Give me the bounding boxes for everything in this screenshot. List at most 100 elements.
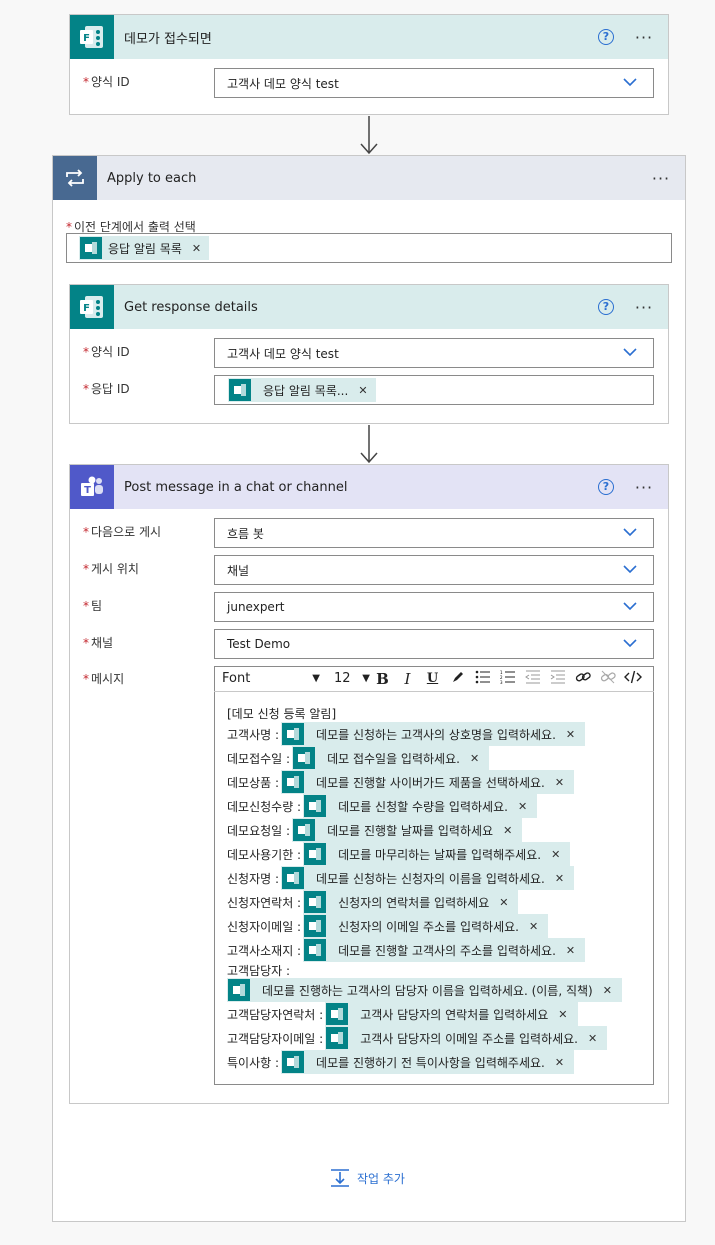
chevron-down-icon xyxy=(623,348,637,357)
bold-button[interactable]: B xyxy=(370,670,395,688)
forms-icon xyxy=(282,1051,305,1073)
close-icon[interactable]: ✕ xyxy=(555,776,564,789)
channel-label: * 채널 xyxy=(83,636,114,650)
svg-text:T: T xyxy=(84,485,91,496)
forms-icon xyxy=(80,237,102,259)
post-message-header[interactable]: T Post message in a chat or channel ? ··… xyxy=(70,465,668,509)
help-icon[interactable]: ? xyxy=(598,29,614,45)
italic-button[interactable]: I xyxy=(395,670,420,688)
dynamic-content-token[interactable]: 데모를 진행할 사이버가드 제품을 선택하세요. ✕ xyxy=(281,770,575,794)
close-icon[interactable]: ✕ xyxy=(555,1056,564,1069)
numbered-list-icon[interactable]: 123 xyxy=(495,670,520,688)
decrease-indent-icon[interactable] xyxy=(520,670,545,688)
dynamic-content-token[interactable]: 데모를 마무리하는 날짜를 입력해주세요. ✕ xyxy=(303,842,571,866)
chevron-down-icon xyxy=(623,602,637,611)
token-text: 데모 접수일을 입력하세요. xyxy=(327,751,460,766)
message-line: 고객담당자이메일 : 고객사 담당자의 이메일 주소를 입력하세요. ✕ xyxy=(227,1026,608,1050)
message-line: 데모접수일 : 데모 접수일을 입력하세요. ✕ xyxy=(227,746,490,770)
post-as-select[interactable]: 흐름 봇 xyxy=(214,518,654,548)
token-text: 데모를 진행하는 고객사의 담당자 이름을 입력하세요. (이름, 직책) xyxy=(262,983,593,998)
font-size-select[interactable]: 12 ▼ xyxy=(334,671,370,686)
close-icon[interactable]: ✕ xyxy=(551,848,560,861)
token-text: 신청자의 이메일 주소를 입력하세요. xyxy=(338,919,519,934)
dynamic-content-token[interactable]: 데모를 신청할 수량을 입력하세요. ✕ xyxy=(303,794,538,818)
forms-icon xyxy=(326,1003,349,1025)
close-icon[interactable]: ✕ xyxy=(558,1008,567,1021)
channel-select[interactable]: Test Demo xyxy=(214,629,654,659)
forms-icon xyxy=(304,915,327,937)
help-icon[interactable]: ? xyxy=(598,479,614,495)
token-text: 데모를 진행할 사이버가드 제품을 선택하세요. xyxy=(316,775,545,790)
caret-down-icon: ▼ xyxy=(312,673,320,684)
close-icon[interactable]: ✕ xyxy=(358,384,367,397)
close-icon[interactable]: ✕ xyxy=(529,920,538,933)
font-family-select[interactable]: Font ▼ xyxy=(222,671,320,686)
loop-header[interactable]: Apply to each ··· xyxy=(53,156,685,200)
message-line-label: 데모신청수량 : xyxy=(227,799,302,814)
token-response-list[interactable]: 응답 알림 목록 ✕ xyxy=(79,236,210,260)
close-icon[interactable]: ✕ xyxy=(555,872,564,885)
dynamic-content-token[interactable]: 데모 접수일을 입력하세요. ✕ xyxy=(292,746,490,770)
close-icon[interactable]: ✕ xyxy=(503,824,512,837)
message-line-label: 데모상품 : xyxy=(227,775,280,790)
dynamic-content-token[interactable]: 데모를 신청하는 신청자의 이름을 입력하세요. ✕ xyxy=(281,866,575,890)
link-icon[interactable] xyxy=(570,670,595,688)
forms-icon xyxy=(304,939,327,961)
dynamic-content-token[interactable]: 고객사 담당자의 이메일 주소를 입력하세요. ✕ xyxy=(325,1026,608,1050)
unlink-icon[interactable] xyxy=(595,670,620,688)
get-response-response-id-input[interactable]: 응답 알림 목록... ✕ xyxy=(214,375,654,405)
message-line-label: 데모사용기한 : xyxy=(227,847,302,862)
close-icon[interactable]: ✕ xyxy=(588,1032,597,1045)
close-icon[interactable]: ✕ xyxy=(470,752,479,765)
token-text: 데모를 진행하기 전 특이사항을 입력해주세요. xyxy=(316,1055,545,1070)
underline-button[interactable]: U xyxy=(420,671,445,686)
add-action-label: 작업 추가 xyxy=(357,1171,405,1186)
dynamic-content-token[interactable]: 데모를 진행할 날짜를 입력하세요 ✕ xyxy=(292,818,523,842)
help-icon[interactable]: ? xyxy=(598,299,614,315)
dynamic-content-token[interactable]: 고객사 담당자의 연락처를 입력하세요 ✕ xyxy=(325,1002,578,1026)
token-response-list[interactable]: 응답 알림 목록... ✕ xyxy=(228,378,376,402)
team-select[interactable]: junexpert xyxy=(214,592,654,622)
add-action-button[interactable]: 작업 추가 xyxy=(330,1168,405,1188)
message-line: 데모상품 : 데모를 진행할 사이버가드 제품을 선택하세요. ✕ xyxy=(227,770,575,794)
trigger-header[interactable]: F 데모가 접수되면 ? ··· xyxy=(70,15,668,59)
dynamic-content-token[interactable]: 데모를 진행하기 전 특이사항을 입력해주세요. ✕ xyxy=(281,1050,575,1074)
bullet-list-icon[interactable] xyxy=(470,670,495,688)
get-response-header[interactable]: F Get response details ? ··· xyxy=(70,285,668,329)
close-icon[interactable]: ✕ xyxy=(566,944,575,957)
close-icon[interactable]: ✕ xyxy=(499,896,508,909)
token-text: 데모를 신청하는 고객사의 상호명을 입력하세요. xyxy=(316,727,556,742)
message-line: 고객담당자 : xyxy=(227,962,292,979)
post-in-select[interactable]: 채널 xyxy=(214,555,654,585)
highlight-icon[interactable] xyxy=(445,670,470,688)
add-action-icon xyxy=(331,1169,349,1187)
chevron-down-icon xyxy=(623,565,637,574)
more-icon[interactable]: ··· xyxy=(632,298,656,317)
dynamic-content-token[interactable]: 신청자의 연락처를 입력하세요 ✕ xyxy=(303,890,519,914)
close-icon[interactable]: ✕ xyxy=(518,800,527,813)
trigger-form-id-select[interactable]: 고객사 데모 양식 test xyxy=(214,68,654,98)
code-view-icon[interactable] xyxy=(620,670,645,688)
dynamic-content-token[interactable]: 데모를 진행하는 고객사의 담당자 이름을 입력하세요. (이름, 직책) ✕ xyxy=(227,978,622,1002)
dynamic-content-token[interactable]: 신청자의 이메일 주소를 입력하세요. ✕ xyxy=(303,914,549,938)
close-icon[interactable]: ✕ xyxy=(192,242,201,255)
forms-icon xyxy=(293,819,316,841)
message-line: 데모신청수량 : 데모를 신청할 수량을 입력하세요. ✕ xyxy=(227,794,538,818)
message-line-label: 특이사항 : xyxy=(227,1055,280,1070)
close-icon[interactable]: ✕ xyxy=(566,728,575,741)
caret-down-icon: ▼ xyxy=(362,673,370,684)
get-response-form-id-select[interactable]: 고객사 데모 양식 test xyxy=(214,338,654,368)
loop-select-output-input[interactable]: 응답 알림 목록 ✕ xyxy=(66,233,672,263)
message-line: 데모요청일 : 데모를 진행할 날짜를 입력하세요 ✕ xyxy=(227,818,523,842)
dynamic-content-token[interactable]: 데모를 진행할 고객사의 주소를 입력하세요. ✕ xyxy=(303,938,586,962)
more-icon[interactable]: ··· xyxy=(632,28,656,47)
more-icon[interactable]: ··· xyxy=(649,169,673,188)
forms-icon xyxy=(293,747,316,769)
increase-indent-icon[interactable] xyxy=(545,670,570,688)
dynamic-content-token[interactable]: 데모를 신청하는 고객사의 상호명을 입력하세요. ✕ xyxy=(281,722,586,746)
message-line: 신청자연락처 : 신청자의 연락처를 입력하세요 ✕ xyxy=(227,890,519,914)
more-icon[interactable]: ··· xyxy=(632,478,656,497)
message-heading: [데모 신청 등록 알림] xyxy=(227,707,337,721)
close-icon[interactable]: ✕ xyxy=(603,984,612,997)
forms-icon: F xyxy=(70,15,114,59)
